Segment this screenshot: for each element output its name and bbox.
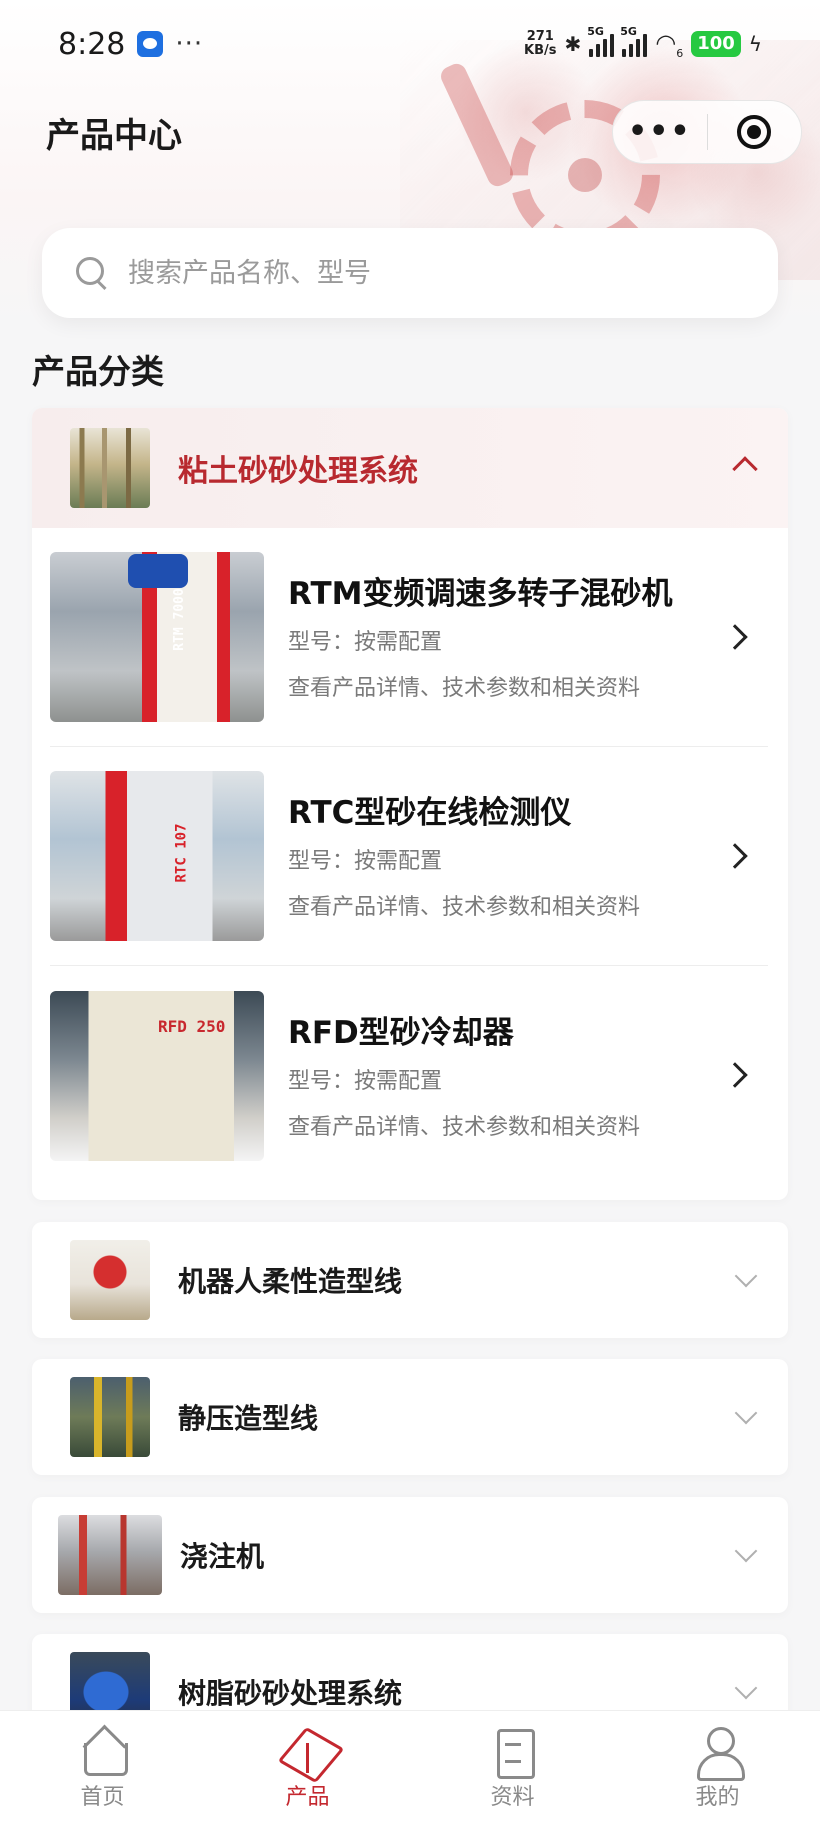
category-thumbnail	[70, 1377, 150, 1457]
tab-label: 资料	[490, 1785, 535, 1810]
network-speed-unit: KB/s	[524, 42, 557, 58]
category-name: 树脂砂砂处理系统	[178, 1677, 403, 1710]
category-name: 浇注机	[180, 1540, 265, 1573]
category-thumbnail	[58, 1515, 162, 1595]
product-desc: 查看产品详情、技术参数和相关资料	[288, 895, 641, 920]
battery-icon: 100	[691, 30, 741, 57]
product-model: 型号：按需配置	[288, 630, 443, 655]
bluetooth-icon: ✱	[564, 31, 582, 56]
product-desc: 查看产品详情、技术参数和相关资料	[288, 1114, 641, 1140]
category-card-robot-line[interactable]: 机器人柔性造型线	[32, 1222, 788, 1338]
category-header[interactable]: 粘土砂砂处理系统	[32, 408, 788, 528]
tab-home[interactable]: 首页	[0, 1711, 205, 1822]
product-image-label: RTM 7000	[171, 588, 187, 651]
category-name: 机器人柔性造型线	[178, 1265, 403, 1298]
signal-2-icon: 5G	[620, 25, 648, 57]
box-icon	[283, 1725, 333, 1777]
product-list: RTM 7000 RTM变频调速多转子混砂机 型号：按需配置 查看产品详情、技术…	[32, 528, 788, 1185]
category-card-static-line[interactable]: 静压造型线	[32, 1359, 788, 1475]
network-speed: 271 KB/s	[524, 28, 557, 58]
category-name: 粘土砂砂处理系统	[178, 454, 418, 489]
product-model: 型号：按需配置	[288, 1068, 443, 1094]
product-item[interactable]: RFD 250 RFD型砂冷却器 型号：按需配置 查看产品详情、技术参数和相关资…	[50, 966, 768, 1185]
wifi-suffix: 6	[676, 46, 684, 60]
chevron-down-icon[interactable]	[734, 1264, 758, 1288]
product-image: RTM 7000	[50, 552, 264, 722]
tab-label: 首页	[80, 1785, 125, 1810]
chevron-down-icon[interactable]	[734, 1539, 758, 1563]
signal-2-label: 5G	[620, 24, 637, 38]
category-card-expanded: 粘土砂砂处理系统 RTM 7000 RTM变频调速多转子混砂机 型号：按需配置 …	[32, 408, 788, 1200]
search-bar[interactable]	[42, 228, 778, 318]
section-title: 产品分类	[32, 352, 164, 391]
tab-label: 我的	[695, 1785, 740, 1810]
app-notification-icon	[137, 31, 164, 57]
category-thumbnail	[70, 428, 150, 508]
tab-documents[interactable]: 资料	[410, 1711, 615, 1822]
bottom-tab-bar: 首页 产品 资料 我的	[0, 1710, 820, 1822]
chevron-down-icon[interactable]	[734, 1676, 758, 1700]
product-info: RTC型砂在线检测仪 型号：按需配置 查看产品详情、技术参数和相关资料	[288, 791, 768, 921]
product-model: 型号：按需配置	[288, 849, 443, 874]
status-bar: 8:28 ··· 271 KB/s ✱ 5G 5G ◠6 100 ϟ	[0, 0, 820, 88]
tab-label: 产品	[285, 1785, 330, 1810]
product-image: RTC 107	[50, 771, 264, 941]
title-bar: 产品中心 •••	[0, 92, 820, 172]
product-item[interactable]: RTM 7000 RTM变频调速多转子混砂机 型号：按需配置 查看产品详情、技术…	[50, 528, 768, 747]
status-more-icon: ···	[175, 29, 204, 59]
status-time: 8:28	[58, 26, 126, 62]
product-image-label: RTC 107	[173, 823, 190, 883]
network-speed-value: 271	[526, 28, 554, 44]
status-indicators: 271 KB/s ✱ 5G 5G ◠6 100 ϟ	[524, 25, 762, 60]
product-name: RFD型砂冷却器	[288, 1014, 514, 1051]
signal-1-label: 5G	[587, 24, 604, 38]
signal-1-icon: 5G	[587, 25, 615, 57]
charging-icon: ϟ	[748, 31, 762, 56]
document-icon	[488, 1725, 538, 1779]
category-thumbnail	[70, 1240, 150, 1320]
product-item[interactable]: RTC 107 RTC型砂在线检测仪 型号：按需配置 查看产品详情、技术参数和相…	[50, 747, 768, 966]
page-title: 产品中心	[46, 116, 182, 156]
product-image-label: RFD 250	[158, 1016, 226, 1036]
home-icon	[78, 1725, 128, 1777]
chevron-down-icon[interactable]	[734, 1401, 758, 1425]
close-miniprogram-button[interactable]	[708, 115, 802, 149]
product-image: RFD 250	[50, 990, 264, 1161]
user-icon	[693, 1725, 745, 1781]
category-name: 静压造型线	[178, 1402, 319, 1435]
miniprogram-capsule: •••	[612, 100, 802, 164]
tab-products[interactable]: 产品	[205, 1711, 410, 1822]
target-close-icon	[737, 115, 772, 149]
product-info: RFD型砂冷却器 型号：按需配置 查看产品详情、技术参数和相关资料	[288, 1011, 768, 1141]
chevron-up-icon[interactable]	[732, 456, 758, 482]
search-input[interactable]	[128, 257, 728, 289]
product-name: RTM变频调速多转子混砂机	[288, 576, 673, 612]
product-name: RTC型砂在线检测仪	[288, 795, 572, 831]
category-card-pouring[interactable]: 浇注机	[32, 1497, 788, 1613]
search-icon	[76, 257, 108, 289]
product-desc: 查看产品详情、技术参数和相关资料	[288, 676, 641, 701]
more-menu-button[interactable]: •••	[613, 117, 707, 147]
wifi-icon: ◠6	[655, 28, 684, 60]
product-info: RTM变频调速多转子混砂机 型号：按需配置 查看产品详情、技术参数和相关资料	[288, 572, 768, 702]
tab-profile[interactable]: 我的	[615, 1711, 820, 1822]
